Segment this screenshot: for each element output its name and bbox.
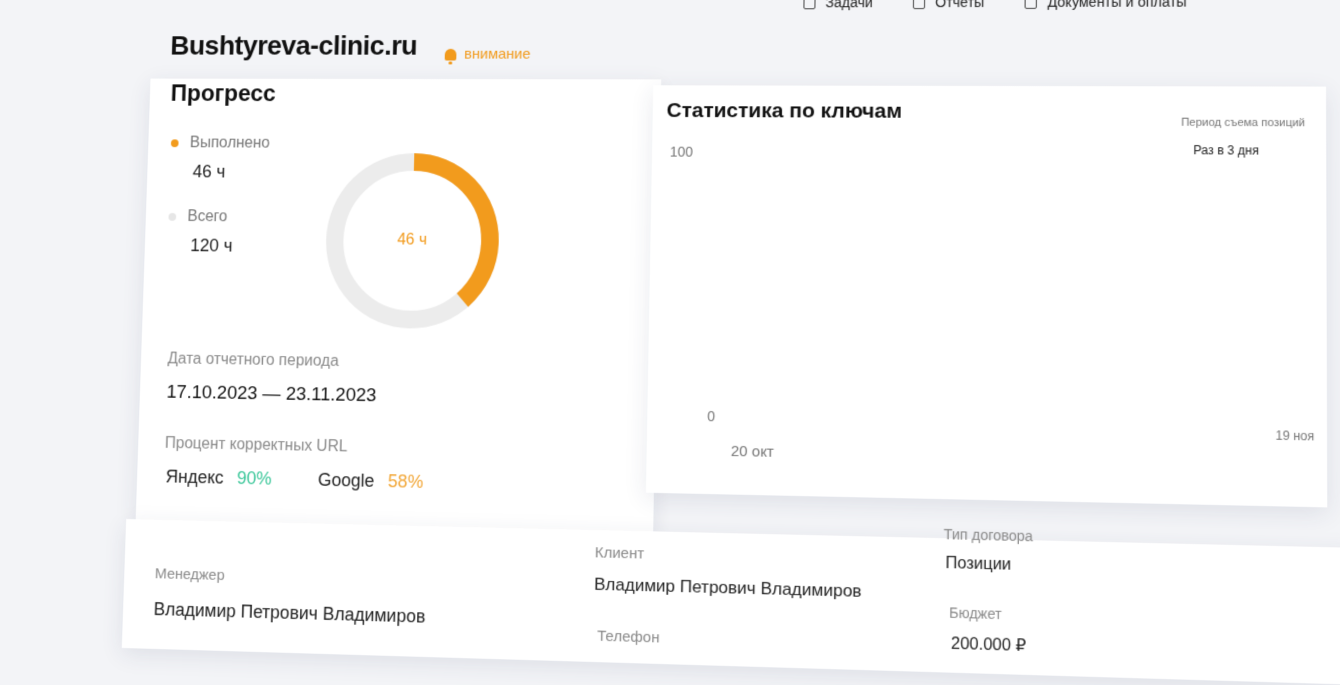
done-label: Выполнено (189, 134, 271, 152)
progress-title: Прогресс (170, 80, 277, 107)
period-value: 17.10.2023 — 23.11.2023 (166, 381, 377, 407)
nav-label: Отчеты (935, 0, 985, 11)
nav-item-tasks[interactable]: Задачи (803, 0, 873, 11)
total-label: Всего (187, 208, 228, 226)
attention-link[interactable]: внимание (444, 45, 531, 63)
nav-item-reports[interactable]: Отчеты (912, 0, 985, 11)
phone-label: Телефон (597, 627, 660, 647)
google-percent: 58% (387, 471, 424, 492)
budget-value: 200.000 ₽ (950, 635, 1027, 656)
done-dot-icon (170, 139, 179, 148)
client-value: Владимир Петрович Владимиров (594, 574, 862, 601)
report-icon (912, 0, 926, 10)
x-tick-label: 20 окт (731, 444, 775, 461)
nav-label: Задачи (825, 0, 873, 11)
url-percentages: Яндекс 90% Google 58% (165, 467, 423, 493)
dashboard: Задачи Отчеты Документы и оплаты Bushtyr… (10, 0, 1340, 685)
yandex-percent: 90% (236, 468, 272, 489)
total-value: 120 ч (190, 235, 233, 256)
info-card: Менеджер Владимир Петрович Владимиров Кл… (121, 519, 1340, 685)
y-tick-label: 0 (707, 409, 715, 425)
tasks-icon (803, 0, 816, 10)
manager-value: Владимир Петрович Владимиров (153, 599, 426, 627)
google-label: Google (317, 469, 375, 491)
site-title: Bushtyreva-clinic.ru (169, 30, 418, 61)
done-value: 46 ч (192, 161, 226, 182)
donut-center-label: 46 ч (397, 231, 428, 249)
keyword-chart: 100 0 20 окт 19 ноя (670, 144, 1315, 461)
yandex-label: Яндекс (165, 466, 224, 488)
period-label: Дата отчетного периода (167, 350, 339, 370)
documents-icon (1024, 0, 1038, 9)
nav-item-documents[interactable]: Документы и оплаты (1024, 0, 1187, 10)
legend-total: Всего (168, 208, 228, 226)
nav-label: Документы и оплаты (1047, 0, 1187, 10)
total-dot-icon (168, 212, 177, 221)
attention-label: внимание (463, 45, 531, 63)
stats-card: Статистика по ключам Период съема позици… (645, 85, 1328, 508)
url-label: Процент корректных URL (164, 434, 348, 456)
progress-donut: 46 ч (318, 147, 507, 336)
bell-icon (444, 48, 457, 61)
legend-done: Выполнено (170, 134, 271, 153)
y-tick-label: 100 (670, 144, 694, 159)
contract-value: Позиции (945, 554, 1012, 574)
budget-label: Бюджет (949, 604, 1002, 623)
top-nav: Задачи Отчеты Документы и оплаты (803, 0, 1187, 11)
contract-label: Тип договора (943, 525, 1034, 545)
progress-card: Прогресс Выполнено 46 ч Всего 120 ч 46 ч… (135, 78, 662, 532)
client-label: Клиент (594, 544, 645, 563)
x-tick-label: 19 ноя (1276, 429, 1315, 444)
manager-label: Менеджер (154, 565, 225, 585)
